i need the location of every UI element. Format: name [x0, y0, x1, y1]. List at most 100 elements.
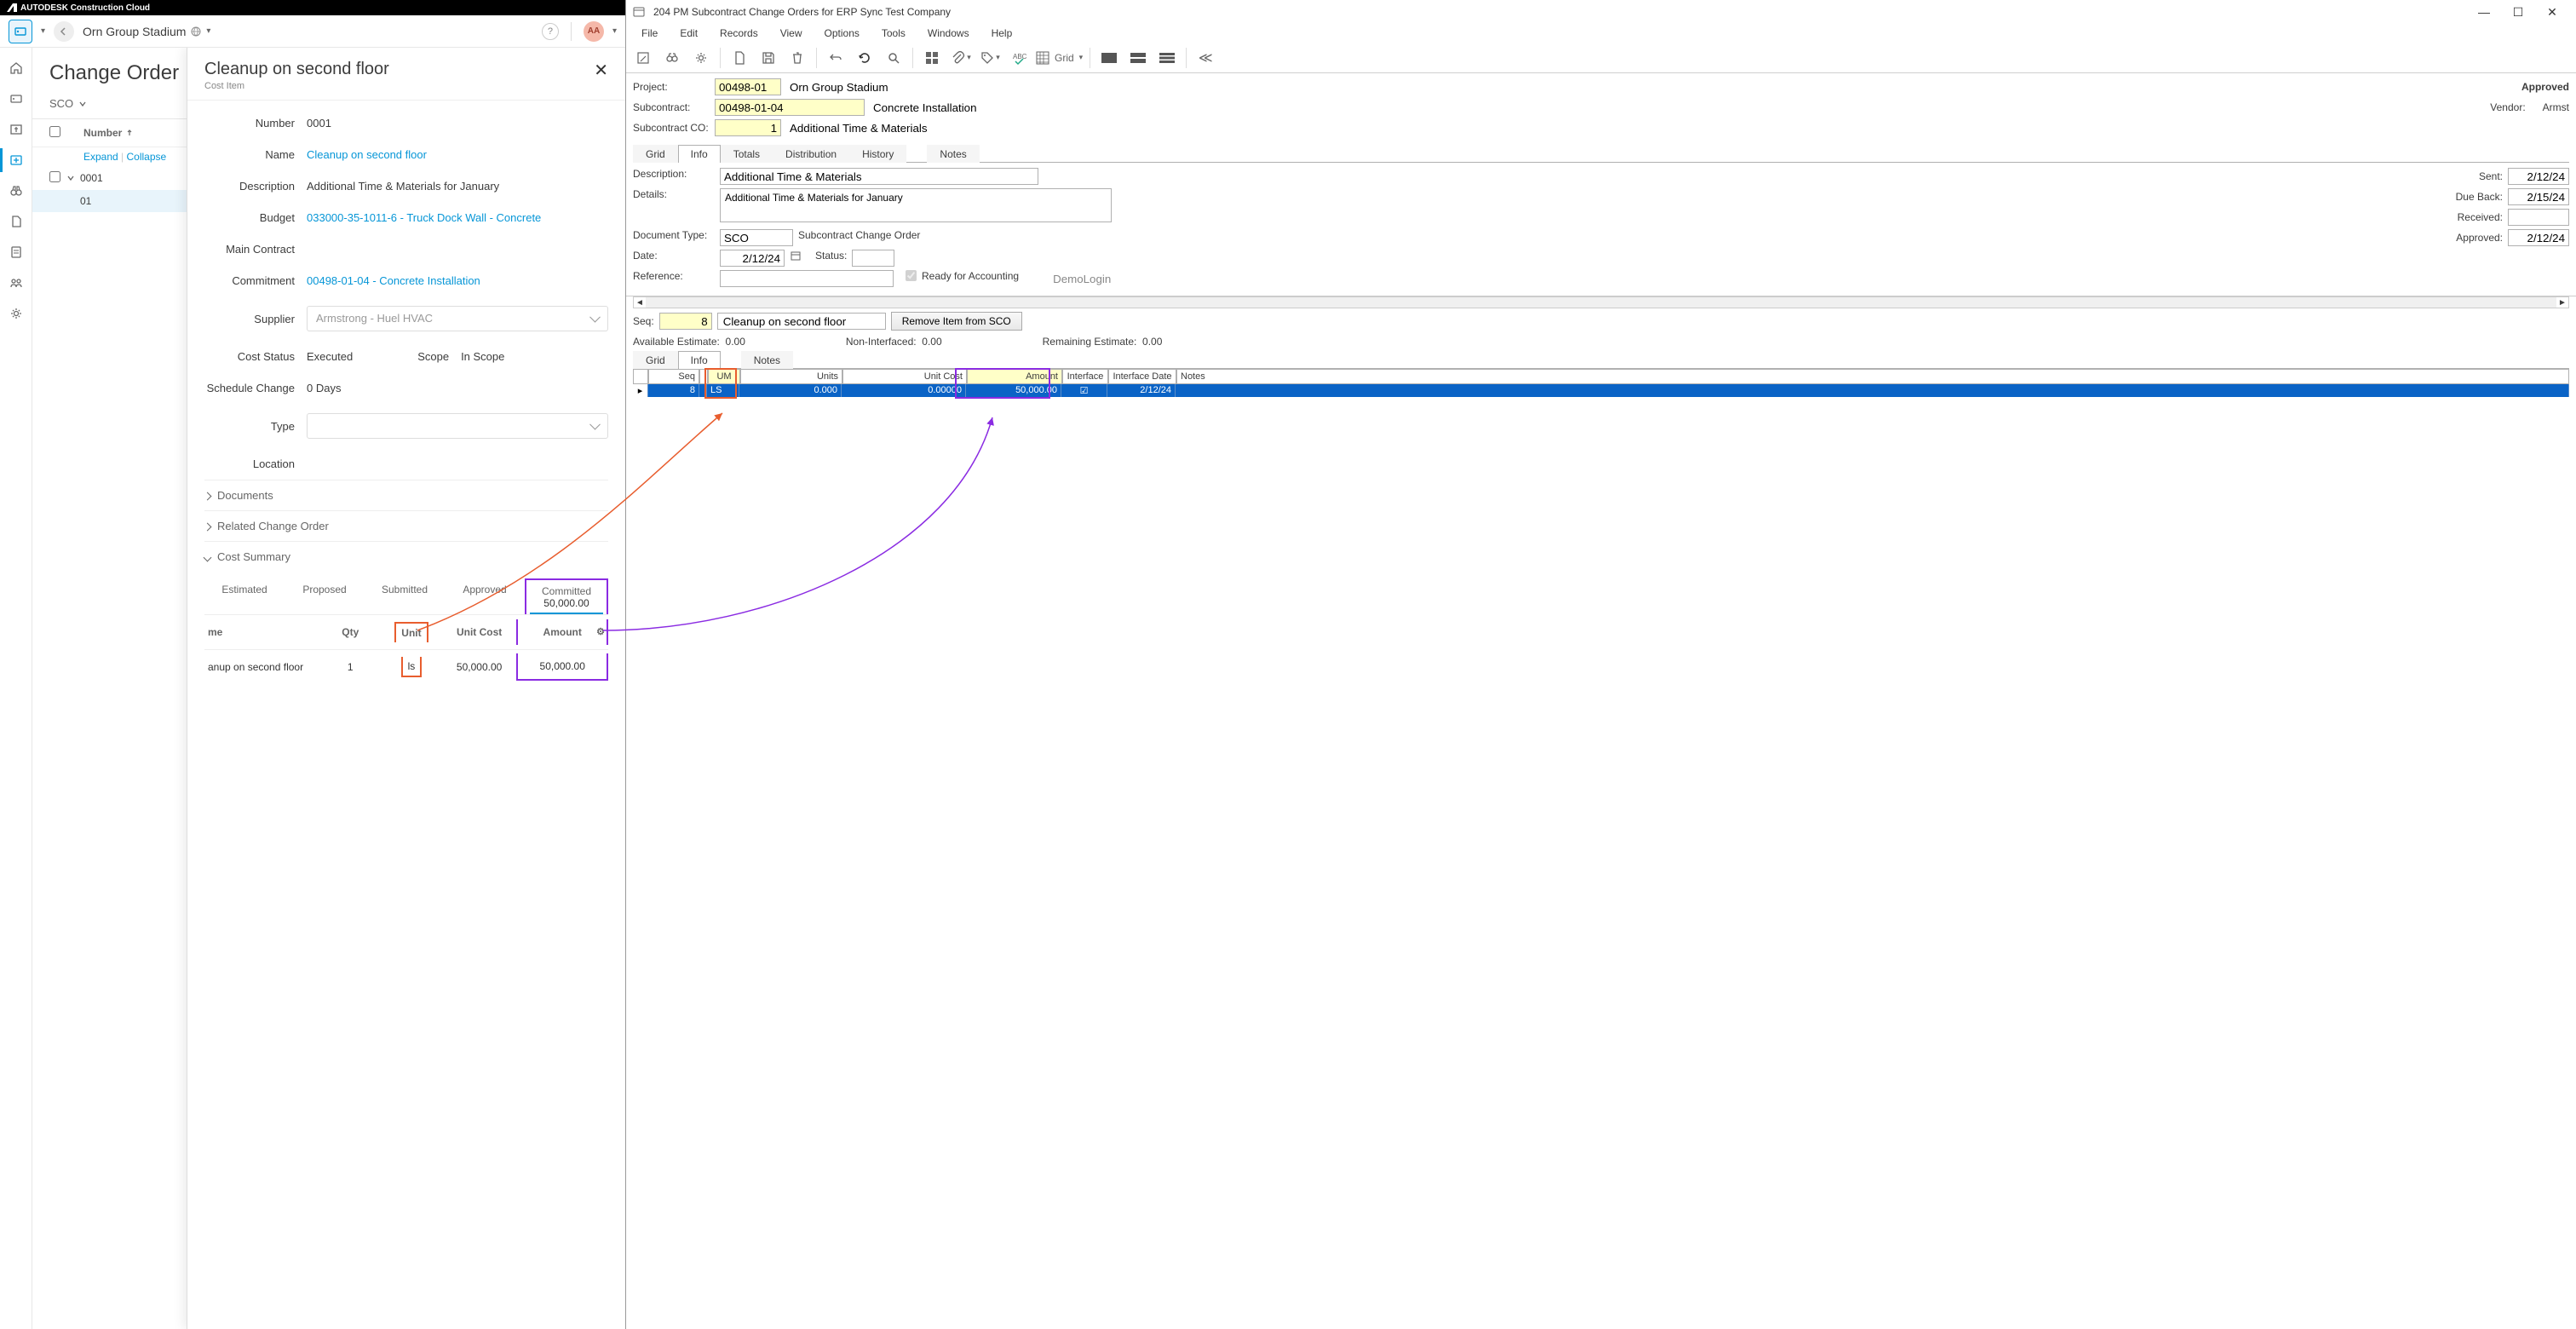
cell-interface-checkbox[interactable]: ☑ — [1061, 384, 1107, 397]
seq-input[interactable] — [659, 313, 712, 330]
nav-change-order-icon[interactable] — [0, 145, 32, 175]
calendar-icon[interactable] — [790, 250, 802, 262]
menu-windows[interactable]: Windows — [917, 26, 980, 41]
close-button[interactable]: ✕ — [2535, 0, 2569, 24]
details-textarea[interactable]: Additional Time & Materials for January — [720, 188, 1112, 222]
related-co-section[interactable]: Related Change Order — [204, 510, 608, 541]
nav-binoculars-icon[interactable] — [0, 175, 32, 206]
amount-gear-icon[interactable]: ⚙ — [596, 626, 605, 637]
avatar-caret-icon[interactable]: ▾ — [612, 26, 617, 36]
nav-dashboard-icon[interactable] — [0, 83, 32, 114]
collapse-link[interactable]: Collapse — [127, 151, 167, 163]
menu-records[interactable]: Records — [710, 26, 768, 41]
type-select[interactable] — [307, 413, 608, 439]
refresh-icon[interactable] — [853, 46, 877, 70]
col-interface[interactable]: Interface — [1062, 369, 1108, 384]
cell-interface-date[interactable]: 2/12/24 — [1107, 384, 1176, 397]
nav-settings-icon[interactable] — [0, 298, 32, 329]
status-input[interactable] — [852, 250, 894, 267]
grid-row[interactable]: ▸ 8 LS 0.000 0.00000 50,000.00 ☑ 2/12/24 — [633, 384, 2569, 397]
cell-seq[interactable]: 8 — [648, 384, 699, 397]
subtab-info[interactable]: Info — [678, 351, 721, 369]
spellcheck-icon[interactable]: ABC — [1007, 46, 1031, 70]
select-all-checkbox[interactable] — [49, 126, 60, 137]
find-icon[interactable] — [660, 46, 684, 70]
budget-link[interactable]: 033000-35-1011-6 - Truck Dock Wall - Con… — [307, 211, 608, 224]
tab-history[interactable]: History — [849, 145, 906, 163]
grid-icon[interactable] — [920, 46, 944, 70]
horizontal-scrollbar[interactable]: ◄► — [633, 296, 2569, 308]
due-back-input[interactable] — [2508, 188, 2569, 205]
col-unit-cost[interactable]: Unit Cost — [842, 369, 967, 384]
expand-link[interactable]: Expand — [83, 151, 118, 163]
project-name[interactable]: Orn Group Stadium ▾ — [83, 25, 533, 38]
help-icon[interactable]: ? — [542, 23, 559, 40]
gear-icon[interactable] — [689, 46, 713, 70]
subcontract-co-input[interactable] — [715, 119, 781, 136]
project-input[interactable] — [715, 78, 781, 95]
nav-forms-icon[interactable] — [0, 237, 32, 268]
row-checkbox[interactable] — [49, 171, 60, 182]
subtab-notes[interactable]: Notes — [741, 351, 793, 369]
nav-cost-icon[interactable] — [0, 114, 32, 145]
doctype-input[interactable] — [720, 229, 793, 246]
tab-distribution[interactable]: Distribution — [773, 145, 849, 163]
panel-2-icon[interactable] — [1126, 46, 1150, 70]
cost-summary-section[interactable]: Cost Summary — [204, 541, 608, 572]
subtab-grid[interactable]: Grid — [633, 351, 678, 369]
user-avatar[interactable]: AA — [584, 21, 604, 42]
more-icon[interactable]: ≪ — [1193, 46, 1217, 70]
sent-input[interactable] — [2508, 168, 2569, 185]
reference-input[interactable] — [720, 270, 894, 287]
cell-unit-cost[interactable]: 0.00000 — [842, 384, 966, 397]
date-input[interactable] — [720, 250, 785, 267]
maximize-button[interactable]: ☐ — [2501, 0, 2535, 24]
remove-item-button[interactable]: Remove Item from SCO — [891, 312, 1022, 331]
nav-files-icon[interactable] — [0, 206, 32, 237]
col-notes[interactable]: Notes — [1176, 369, 2569, 384]
close-button[interactable]: ✕ — [594, 60, 608, 81]
cell-notes[interactable] — [1176, 384, 2569, 397]
col-seq[interactable]: Seq — [648, 369, 699, 384]
description-input[interactable] — [720, 168, 1038, 185]
dropdown-caret-icon[interactable]: ▾ — [41, 26, 45, 36]
panel-3-icon[interactable] — [1155, 46, 1179, 70]
new-doc-icon[interactable] — [727, 46, 751, 70]
tag-icon[interactable]: ▾ — [978, 46, 1002, 70]
cell-units[interactable]: 0.000 — [739, 384, 842, 397]
col-interface-date[interactable]: Interface Date — [1108, 369, 1176, 384]
menu-help[interactable]: Help — [981, 26, 1023, 41]
seq-description[interactable] — [717, 313, 886, 330]
save-icon[interactable] — [756, 46, 780, 70]
row-selector[interactable]: ▸ — [633, 384, 648, 397]
minimize-button[interactable]: — — [2467, 0, 2501, 24]
edit-icon[interactable] — [631, 46, 655, 70]
menu-file[interactable]: File — [631, 26, 668, 41]
tab-totals[interactable]: Totals — [721, 145, 773, 163]
undo-icon[interactable] — [824, 46, 848, 70]
commitment-link[interactable]: 00498-01-04 - Concrete Installation — [307, 274, 608, 287]
grid-view-icon[interactable]: Grid▾ — [1036, 46, 1083, 70]
nav-members-icon[interactable] — [0, 268, 32, 298]
col-units[interactable]: Units — [740, 369, 842, 384]
received-input[interactable] — [2508, 209, 2569, 226]
nav-home-icon[interactable] — [0, 53, 32, 83]
documents-section[interactable]: Documents — [204, 480, 608, 510]
menu-tools[interactable]: Tools — [871, 26, 916, 41]
menu-options[interactable]: Options — [814, 26, 870, 41]
panel-1-icon[interactable] — [1097, 46, 1121, 70]
row-expand-caret[interactable] — [66, 174, 80, 182]
menu-edit[interactable]: Edit — [670, 26, 708, 41]
search-icon[interactable] — [882, 46, 906, 70]
tab-info[interactable]: Info — [678, 145, 721, 163]
delete-icon[interactable] — [785, 46, 809, 70]
module-switcher[interactable] — [9, 20, 32, 43]
subcontract-input[interactable] — [715, 99, 865, 116]
tab-notes[interactable]: Notes — [927, 145, 979, 163]
menu-view[interactable]: View — [770, 26, 813, 41]
name-link[interactable]: Cleanup on second floor — [307, 148, 608, 161]
back-nav[interactable] — [54, 21, 74, 42]
tab-grid[interactable]: Grid — [633, 145, 678, 163]
approved-input[interactable] — [2508, 229, 2569, 246]
attach-icon[interactable]: ▾ — [949, 46, 973, 70]
